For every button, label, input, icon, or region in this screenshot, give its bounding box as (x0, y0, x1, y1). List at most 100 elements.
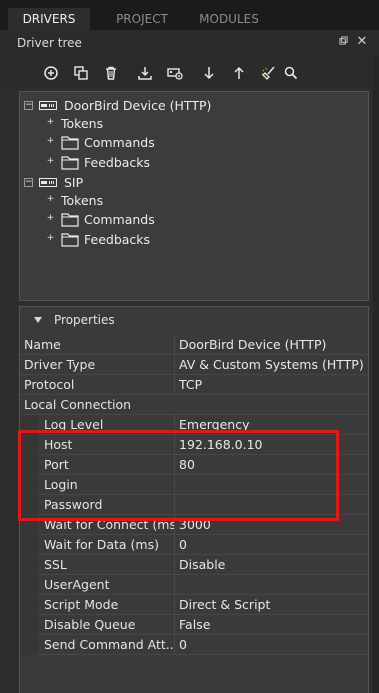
close-icon[interactable]: ✕ (354, 34, 370, 50)
property-label: Script Mode (44, 597, 119, 612)
property-row-name[interactable]: Name DoorBird Device (HTTP) (20, 335, 368, 355)
property-label: Name (24, 337, 61, 352)
property-label: Host (44, 437, 73, 452)
duplicate-icon[interactable] (70, 62, 92, 84)
search-icon[interactable] (280, 62, 302, 84)
property-value[interactable] (174, 475, 369, 495)
tree-node-label: Commands (84, 134, 155, 150)
row-indent (20, 615, 38, 635)
toolbar (0, 56, 379, 88)
property-row-script-mode[interactable]: Script Mode Direct & Script (20, 595, 368, 615)
tree-node-label: Feedbacks (84, 154, 151, 170)
panel-border (373, 56, 379, 693)
property-label: SSL (44, 557, 67, 572)
clean-icon[interactable] (258, 62, 280, 84)
property-row-ssl[interactable]: SSL Disable (20, 555, 368, 575)
device-icon (39, 177, 57, 187)
property-value[interactable]: TCP (174, 375, 369, 395)
property-label: Wait for Data (ms) (44, 537, 159, 552)
property-value[interactable]: AV & Custom Systems (HTTP) (174, 355, 369, 375)
move-up-icon[interactable] (228, 62, 250, 84)
device-settings-icon[interactable] (164, 62, 186, 84)
property-row-log-level[interactable]: Log Level Emergency (20, 415, 368, 435)
property-value[interactable]: Disable (174, 555, 369, 575)
panel-header: Driver tree ✕ (0, 30, 379, 56)
properties-panel: Properties Name DoorBird Device (HTTP) D… (19, 306, 369, 693)
property-value[interactable]: False (174, 615, 369, 635)
add-icon[interactable] (40, 62, 62, 84)
expand-toggle[interactable]: + (46, 194, 55, 205)
property-row-local-connection[interactable]: Local Connection (20, 395, 368, 415)
row-indent (20, 435, 38, 455)
property-row-host[interactable]: Host 192.168.0.10 (20, 435, 368, 455)
property-row-password[interactable]: Password (20, 495, 368, 515)
row-indent (20, 515, 38, 535)
tree-node-tokens[interactable]: + Tokens (46, 190, 103, 210)
property-label: Driver Type (24, 357, 96, 372)
folder-icon (61, 136, 79, 150)
tab-drivers-tree[interactable]: DRIVERS TREE (8, 8, 90, 48)
property-value[interactable] (174, 495, 369, 515)
collapse-toggle[interactable]: − (24, 177, 33, 187)
tree-node-sip[interactable]: − SIP (24, 172, 83, 192)
import-icon[interactable] (134, 62, 156, 84)
row-indent (20, 595, 38, 615)
property-value[interactable]: Emergency (174, 415, 369, 435)
expand-toggle[interactable]: + (46, 117, 55, 128)
property-row-driver-type[interactable]: Driver Type AV & Custom Systems (HTTP) (20, 355, 368, 375)
tree-node-label: Commands (84, 211, 155, 227)
property-row-protocol[interactable]: Protocol TCP (20, 375, 368, 395)
property-row-send-command-attempts[interactable]: Send Command Att... 0 (20, 635, 368, 655)
property-row-login[interactable]: Login (20, 475, 368, 495)
property-row-wait-for-data[interactable]: Wait for Data (ms) 0 (20, 535, 368, 555)
collapse-toggle[interactable]: − (24, 100, 33, 110)
row-indent (20, 635, 38, 655)
property-label: UserAgent (44, 577, 110, 592)
expand-toggle[interactable]: + (46, 136, 55, 147)
triangle-down-icon[interactable] (34, 316, 42, 324)
row-indent (20, 415, 38, 435)
property-row-wait-for-connect[interactable]: Wait for Connect (ms) 3000 (20, 515, 368, 535)
property-value[interactable] (174, 575, 369, 595)
tab-project-tokens[interactable]: PROJECT TOKENS (92, 8, 192, 48)
property-row-useragent[interactable]: UserAgent (20, 575, 368, 595)
property-row-port[interactable]: Port 80 (20, 455, 368, 475)
property-value[interactable]: 0 (174, 635, 369, 655)
property-value[interactable]: 3000 (174, 515, 369, 535)
expand-toggle[interactable]: + (46, 156, 55, 167)
tab-bar: DRIVERS TREE PROJECT TOKENS MODULES (0, 0, 379, 48)
expand-toggle[interactable]: + (46, 233, 55, 244)
tree-node-feedbacks[interactable]: + Feedbacks (46, 152, 150, 172)
row-indent (20, 575, 38, 595)
device-icon (39, 100, 57, 110)
tree-node-commands[interactable]: + Commands (46, 132, 155, 152)
property-value[interactable]: DoorBird Device (HTTP) (174, 335, 369, 355)
property-label: Disable Queue (44, 617, 136, 632)
property-value[interactable]: 192.168.0.10 (174, 435, 369, 455)
property-label: Login (44, 477, 78, 492)
row-indent (20, 555, 38, 575)
tree-node-tokens[interactable]: + Tokens (46, 113, 103, 133)
expand-toggle[interactable]: + (46, 213, 55, 224)
properties-header[interactable]: Properties (20, 307, 368, 333)
move-down-icon[interactable] (198, 62, 220, 84)
property-value[interactable]: 0 (174, 535, 369, 555)
delete-icon[interactable] (100, 62, 122, 84)
tab-modules[interactable]: MODULES (194, 8, 264, 30)
tree-node-commands[interactable]: + Commands (46, 209, 155, 229)
pin-icon[interactable] (335, 34, 351, 50)
property-label: Password (44, 497, 103, 512)
property-label: Log Level (44, 417, 104, 432)
property-value[interactable]: Direct & Script (174, 595, 369, 615)
property-label: Port (44, 457, 69, 472)
properties-title: Properties (54, 313, 115, 327)
tree-node-label: DoorBird Device (HTTP) (64, 97, 212, 113)
property-label: Local Connection (24, 397, 132, 412)
property-row-disable-queue[interactable]: Disable Queue False (20, 615, 368, 635)
property-label: Protocol (24, 377, 75, 392)
tree-node-label: Feedbacks (84, 231, 151, 247)
tree-node-feedbacks[interactable]: + Feedbacks (46, 229, 150, 249)
tree-node-label: Tokens (61, 192, 104, 208)
tree-node-doorbird-device[interactable]: − DoorBird Device (HTTP) (24, 95, 211, 115)
property-value[interactable]: 80 (174, 455, 369, 475)
